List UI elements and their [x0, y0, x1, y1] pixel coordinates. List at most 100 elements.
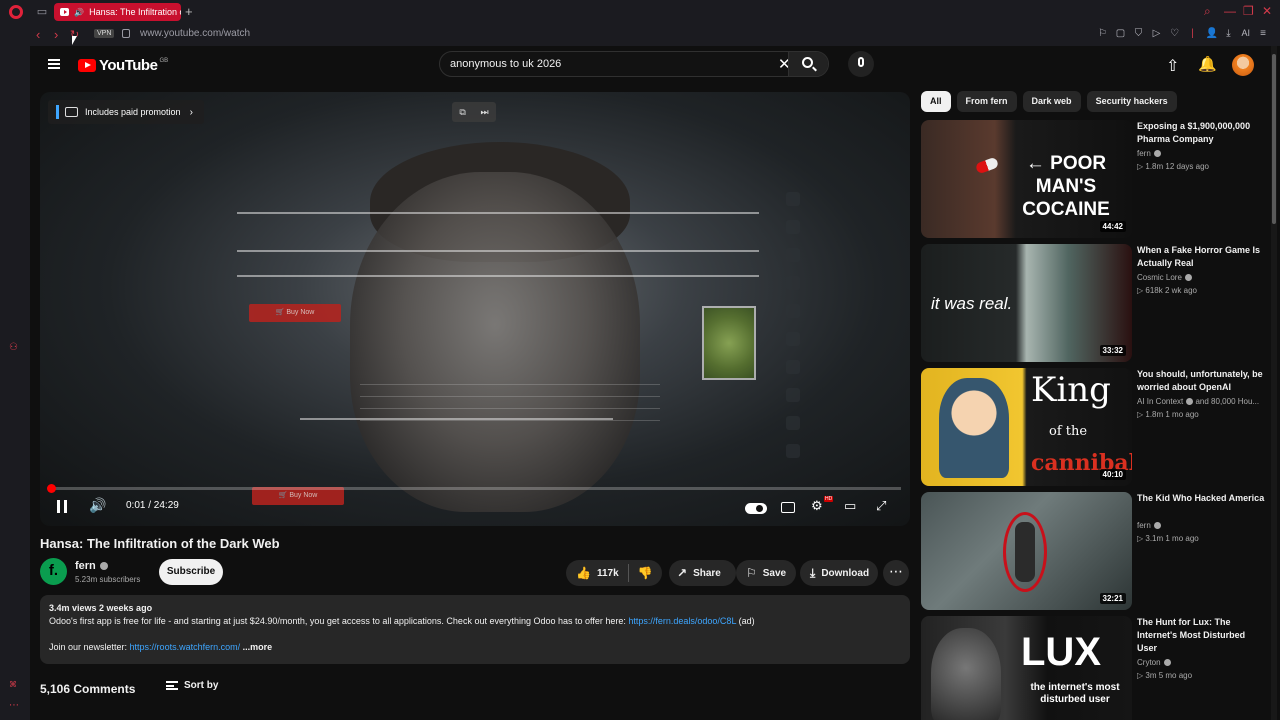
- heart-icon[interactable]: ♡: [1169, 28, 1179, 39]
- thumbnail-text: it was real.: [931, 294, 1013, 313]
- video-stats: ▷ 618k 2 wk ago: [1137, 286, 1197, 295]
- progress-bar[interactable]: [47, 484, 901, 493]
- voice-search-button[interactable]: [848, 51, 874, 77]
- chip-dark-web[interactable]: Dark web: [1022, 91, 1081, 112]
- channel-name[interactable]: Cryton: [1137, 658, 1171, 667]
- opera-logo-icon[interactable]: [9, 5, 23, 19]
- channel-name[interactable]: fern: [1137, 521, 1161, 530]
- thumbnail-text: the internet's most disturbed user: [1030, 682, 1120, 705]
- close-window-icon[interactable]: ✕: [1262, 4, 1272, 18]
- workspaces-icon[interactable]: ▭: [35, 5, 49, 19]
- theater-mode-icon[interactable]: ▭: [844, 498, 856, 514]
- settings-icon[interactable]: ⚙: [811, 498, 823, 514]
- recommended-video[interactable]: it was real. 33:32 When a Fake Horror Ga…: [921, 244, 1261, 362]
- player-icon[interactable]: ▷: [1151, 28, 1161, 39]
- video-stats: ▷ 3m 5 mo ago: [1137, 671, 1193, 680]
- video-thumbnail[interactable]: ← POOR MAN'S COCAINE 44:42: [921, 120, 1132, 238]
- tab-active[interactable]: 🔊 Hansa: The Infiltration o: [54, 3, 181, 21]
- share-button[interactable]: ↗ Share: [669, 560, 736, 586]
- snapshot-icon[interactable]: ▢: [1115, 28, 1125, 39]
- guide-menu-icon[interactable]: [48, 59, 60, 69]
- search-box[interactable]: anonymous to uk 2026 ✕: [439, 51, 829, 77]
- forward-icon[interactable]: ›: [54, 27, 58, 42]
- thumbs-up-icon[interactable]: 👍: [576, 566, 591, 580]
- more-actions-icon[interactable]: ⋯: [883, 560, 909, 586]
- new-tab-button[interactable]: +: [185, 4, 193, 19]
- youtube-logo[interactable]: YouTube GB: [78, 57, 168, 74]
- audio-icon[interactable]: 🔊: [74, 8, 84, 17]
- autoplay-toggle[interactable]: [745, 503, 767, 514]
- chip-security-hackers[interactable]: Security hackers: [1086, 91, 1177, 112]
- recommended-video[interactable]: ← POOR MAN'S COCAINE 44:42 Exposing a $1…: [921, 120, 1261, 238]
- subscribe-button[interactable]: Subscribe: [159, 559, 223, 585]
- miniplayer-icon[interactable]: ⧉: [459, 107, 465, 118]
- browser-sidebar: ⚇ ⌘ ⋯: [0, 24, 30, 720]
- address-bar: ‹ › ↻ VPN www.youtube.com/watch ⚐ ▢ ⛉ ▷ …: [30, 24, 1280, 46]
- minimize-icon[interactable]: —: [1224, 4, 1236, 18]
- video-title[interactable]: You should, unfortunately, be worried ab…: [1137, 368, 1267, 394]
- shield-icon[interactable]: ⛉: [1133, 28, 1143, 39]
- channel-name[interactable]: AI In Context and 80,000 Hou...: [1137, 397, 1259, 406]
- menu-icon[interactable]: ≡: [1258, 28, 1268, 39]
- recommended-video[interactable]: 32:21 The Kid Who Hacked America fern ▷ …: [921, 492, 1264, 610]
- channel-name[interactable]: fern: [1137, 149, 1161, 158]
- fullscreen-icon[interactable]: ⤢: [876, 498, 886, 514]
- save-button[interactable]: ⚐ Save: [736, 560, 796, 586]
- like-count[interactable]: 117k: [597, 568, 619, 579]
- volume-icon[interactable]: 🔊: [89, 497, 106, 514]
- video-title[interactable]: When a Fake Horror Game Is Actually Real: [1137, 244, 1267, 270]
- logo-text: YouTube: [99, 57, 158, 74]
- bookmark-icon[interactable]: ⚐: [1097, 28, 1107, 39]
- download-button[interactable]: ⤓ Download: [800, 560, 878, 586]
- video-title[interactable]: The Kid Who Hacked America: [1137, 492, 1267, 505]
- lock-icon[interactable]: [122, 29, 130, 38]
- channel-name[interactable]: Cosmic Lore: [1137, 273, 1192, 282]
- profile-icon[interactable]: 👤: [1205, 28, 1217, 39]
- download-icon[interactable]: ⤓: [1223, 28, 1233, 39]
- paid-promotion-badge[interactable]: Includes paid promotion ›: [48, 100, 204, 124]
- product-image: [702, 306, 756, 380]
- newsletter-link[interactable]: https://roots.watchfern.com/: [130, 642, 241, 652]
- recommended-video[interactable]: LUX the internet's most disturbed user T…: [921, 616, 1261, 720]
- sponsor-link[interactable]: https://fern.deals/odoo/C8L: [628, 616, 736, 626]
- video-thumbnail[interactable]: it was real. 33:32: [921, 244, 1132, 362]
- search-button[interactable]: [788, 52, 828, 76]
- chip-all[interactable]: All: [921, 91, 951, 112]
- download-arrow-icon: ⤓: [810, 565, 816, 580]
- captions-icon[interactable]: [781, 502, 795, 513]
- upload-icon[interactable]: ⇧: [1166, 56, 1179, 76]
- pause-icon[interactable]: [57, 500, 67, 513]
- video-thumbnail[interactable]: LUX the internet's most disturbed user: [921, 616, 1132, 720]
- vpn-badge[interactable]: VPN: [94, 29, 115, 38]
- recommended-video[interactable]: King of the cannibals 40:10 You should, …: [921, 368, 1263, 486]
- sidebar-more-icon[interactable]: ⋯: [9, 700, 19, 711]
- sidebar-app-icon[interactable]: ⚇: [9, 342, 18, 353]
- page-scrollbar[interactable]: [1271, 46, 1277, 720]
- video-thumbnail[interactable]: 32:21: [921, 492, 1132, 610]
- video-player[interactable]: 🛒 Buy Now 🛒 Buy Now Includes paid promot…: [40, 92, 910, 526]
- video-title[interactable]: The Hunt for Lux: The Internet's Most Di…: [1137, 616, 1267, 655]
- description-box[interactable]: 3.4m views 2 weeks ago Odoo's first app …: [40, 595, 910, 664]
- channel-name[interactable]: fern: [75, 560, 108, 572]
- video-thumbnail[interactable]: King of the cannibals 40:10: [921, 368, 1132, 486]
- url-field[interactable]: www.youtube.com/watch: [140, 28, 250, 39]
- scrollbar-thumb[interactable]: [1272, 54, 1276, 224]
- player-controls: 🔊 0:01 / 24:29 ⚙ HD ▭ ⤢: [40, 492, 910, 526]
- search-input[interactable]: anonymous to uk 2026: [450, 58, 561, 70]
- back-icon[interactable]: ‹: [36, 27, 40, 42]
- face-image: [931, 628, 1001, 720]
- search-tabs-icon[interactable]: ⌕: [1204, 4, 1211, 19]
- maximize-icon[interactable]: ❐: [1243, 4, 1254, 18]
- video-title[interactable]: Exposing a $1,900,000,000 Pharma Company: [1137, 120, 1267, 146]
- chip-from-fern[interactable]: From fern: [956, 91, 1017, 112]
- thumbs-down-icon[interactable]: 👎: [638, 566, 653, 580]
- notifications-icon[interactable]: 🔔: [1198, 55, 1217, 73]
- account-avatar[interactable]: [1232, 54, 1254, 76]
- aria-ai-icon[interactable]: AI: [1241, 28, 1250, 39]
- sidebar-extra-icon[interactable]: ⌘: [9, 680, 17, 689]
- promotion-label: Includes paid promotion: [85, 107, 181, 117]
- skip-icon[interactable]: ⏭: [481, 107, 489, 118]
- channel-avatar[interactable]: f.: [40, 558, 67, 585]
- sort-comments-button[interactable]: Sort by: [166, 680, 218, 691]
- show-more-button[interactable]: ...more: [243, 642, 273, 652]
